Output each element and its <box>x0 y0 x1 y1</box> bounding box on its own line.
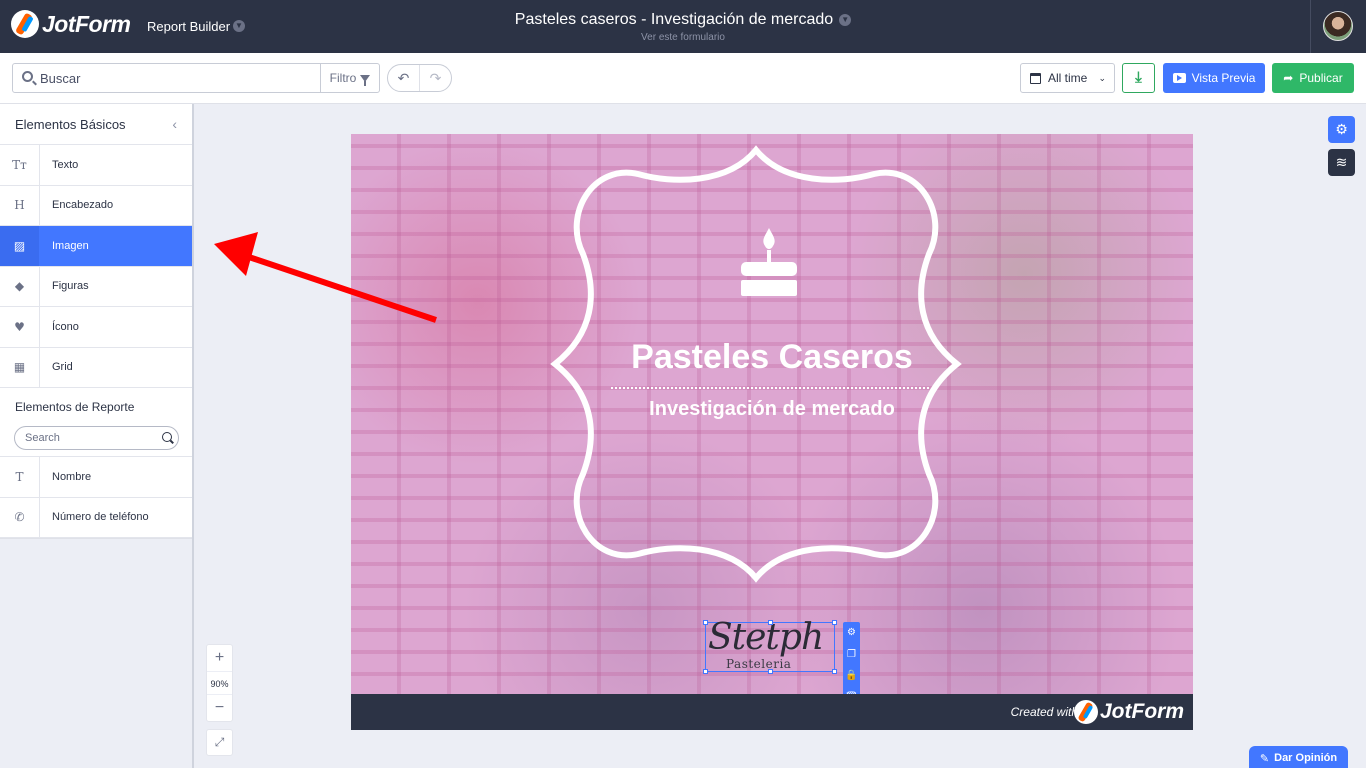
selected-logo-image[interactable]: Stetph Pasteleria <box>703 617 837 674</box>
report-elements-title: Elementos de Reporte <box>0 388 192 426</box>
phone-icon: ✆ <box>0 497 40 537</box>
report-canvas: Pasteles Caseros Investigación de mercad… <box>196 104 1366 768</box>
text-icon: Tт <box>0 145 40 185</box>
sidebar-item-label: Grid <box>52 361 73 374</box>
search-icon[interactable] <box>162 432 172 442</box>
image-icon: ▨ <box>0 226 40 266</box>
sidebar-item-imagen[interactable]: ▨ Imagen <box>0 226 192 267</box>
view-form-link[interactable]: Ver este formulario <box>0 32 1366 43</box>
chevron-down-icon: ⌄ <box>1098 72 1106 83</box>
filter-label: Filtro <box>329 71 357 85</box>
sidebar-item-label: Imagen <box>52 239 89 252</box>
annotation-arrow <box>214 232 437 323</box>
sidebar-item-label: Ícono <box>52 320 79 333</box>
resize-handle[interactable] <box>768 669 773 674</box>
share-arrow-icon: ➦ <box>1283 71 1294 85</box>
elements-sidebar: Elementos Básicos ‹ Tт Texto H Encabezad… <box>0 104 194 768</box>
grid-icon: ▦ <box>0 347 40 387</box>
cake-icon <box>741 228 797 296</box>
fullscreen-icon[interactable]: ⤢ <box>206 729 233 756</box>
publish-label: Publicar <box>1299 71 1343 85</box>
footer-logo-text: JotForm <box>1100 700 1184 723</box>
shapes-icon: ◆ <box>0 266 40 306</box>
name-icon: T <box>0 457 40 497</box>
date-range-value: All time <box>1048 71 1088 85</box>
sidebar-item-icono[interactable]: ♥ Ícono <box>0 307 192 348</box>
feedback-button[interactable]: ✎ Dar Opinión <box>1249 746 1348 768</box>
settings-gear-icon[interactable]: ⚙ <box>1328 116 1355 143</box>
preview-button[interactable]: Vista Previa <box>1163 63 1265 93</box>
sidebar-item-label: Encabezado <box>52 199 114 212</box>
sidebar-item-encabezado[interactable]: H Encabezado <box>0 185 192 226</box>
undo-redo-group: ↶ ↷ <box>387 64 452 92</box>
slide-title[interactable]: Pasteles Caseros <box>351 338 1193 377</box>
basic-elements-header: Elementos Básicos ‹ <box>0 104 192 145</box>
search-icon <box>22 71 33 82</box>
zoom-control: + 90% − <box>206 644 233 722</box>
lock-icon[interactable]: 🔒 <box>845 670 857 681</box>
resize-handle[interactable] <box>832 669 837 674</box>
logo-script-text: Stetph <box>708 617 824 658</box>
preview-label: Vista Previa <box>1191 71 1256 85</box>
search-box: Filtro <box>12 63 380 93</box>
report-elements-search <box>0 426 192 457</box>
sidebar-item-texto[interactable]: Tт Texto <box>0 145 192 186</box>
publish-button[interactable]: ➦ Publicar <box>1272 63 1354 93</box>
created-with-text: Created with <box>1010 705 1078 719</box>
sidebar-empty-area <box>0 538 192 768</box>
zoom-out-button[interactable]: − <box>207 695 232 721</box>
top-bar: JotForm Report Builder ▼ Pasteles casero… <box>0 0 1366 53</box>
collapse-sidebar-icon[interactable]: ‹ <box>172 104 177 145</box>
slide-divider <box>611 387 929 389</box>
zoom-level: 90% <box>207 671 232 695</box>
element-settings-icon[interactable]: ⚙ <box>847 627 856 638</box>
jotform-logo-icon <box>1074 700 1098 724</box>
logo-sub-text: Pasteleria <box>726 657 792 671</box>
search-input[interactable] <box>40 69 320 87</box>
redo-icon[interactable]: ↷ <box>419 65 451 91</box>
layers-icon[interactable]: ≋ <box>1328 149 1355 176</box>
report-search-input[interactable] <box>14 426 179 450</box>
user-avatar[interactable] <box>1323 11 1353 41</box>
sidebar-item-nombre[interactable]: T Nombre <box>0 457 192 498</box>
resize-handle[interactable] <box>832 620 837 625</box>
filter-button[interactable]: Filtro <box>320 64 379 92</box>
footer-jotform-logo: JotForm <box>1074 700 1184 724</box>
basic-elements-title: Elementos Básicos <box>15 117 126 132</box>
sidebar-item-figuras[interactable]: ◆ Figuras <box>0 266 192 307</box>
sidebar-item-grid[interactable]: ▦ Grid <box>0 347 192 388</box>
feedback-label: Dar Opinión <box>1274 752 1338 764</box>
sidebar-item-telefono[interactable]: ✆ Número de teléfono <box>0 497 192 538</box>
date-range-select[interactable]: All time ⌄ <box>1020 63 1115 93</box>
slide-subtitle[interactable]: Investigación de mercado <box>351 398 1193 421</box>
resize-handle[interactable] <box>703 669 708 674</box>
icon-icon: ♥ <box>0 307 40 347</box>
download-button[interactable]: ⤓ <box>1122 63 1155 93</box>
calendar-icon <box>1030 72 1041 84</box>
undo-icon[interactable]: ↶ <box>388 65 419 91</box>
form-title[interactable]: Pasteles caseros - Investigación de merc… <box>0 11 1366 29</box>
duplicate-icon[interactable]: ❐ <box>847 649 856 660</box>
resize-handle[interactable] <box>768 620 773 625</box>
toolbar: Filtro ↶ ↷ All time ⌄ ⤓ Vista Previa ➦ P… <box>0 53 1366 104</box>
sidebar-item-label: Número de teléfono <box>52 511 149 524</box>
heading-icon: H <box>0 185 40 225</box>
resize-handle[interactable] <box>703 620 708 625</box>
sidebar-item-label: Figuras <box>52 280 89 293</box>
form-title-text: Pasteles caseros - Investigación de merc… <box>514 11 834 28</box>
zoom-in-button[interactable]: + <box>207 645 232 671</box>
slide-footer: Created with JotForm <box>351 694 1193 730</box>
download-icon: ⤓ <box>1135 69 1142 86</box>
play-icon <box>1172 73 1186 83</box>
topbar-divider <box>1310 0 1311 53</box>
feedback-icon: ✎ <box>1259 752 1270 765</box>
sidebar-item-label: Texto <box>52 158 79 171</box>
sidebar-item-label: Nombre <box>52 470 92 483</box>
funnel-icon <box>360 74 371 86</box>
form-title-chevron-icon[interactable]: ▼ <box>839 14 852 26</box>
report-slide[interactable]: Pasteles Caseros Investigación de mercad… <box>351 134 1193 730</box>
